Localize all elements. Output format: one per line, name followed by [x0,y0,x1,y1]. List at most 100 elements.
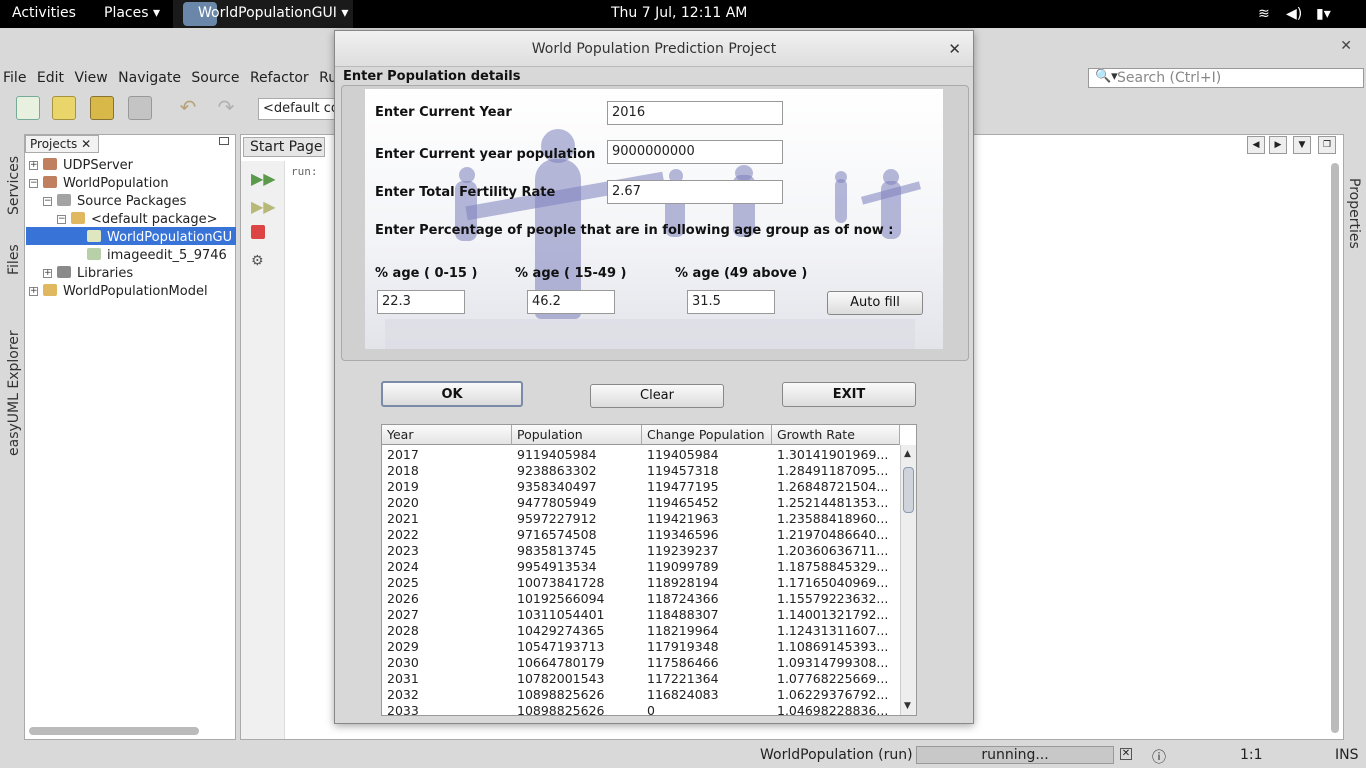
auto-fill-button[interactable]: Auto fill [827,291,923,315]
easyuml-side-tab[interactable]: easyUML Explorer [6,330,22,456]
collapse-icon[interactable]: − [57,215,66,224]
clock[interactable]: Thu 7 Jul, 12:11 AM [611,5,747,21]
age-0-15-input[interactable]: 22.3 [377,290,465,314]
table-cell: 119239237 [647,543,719,558]
column-header-change-population[interactable]: Change Population [642,425,772,445]
dialog-close-icon[interactable]: ✕ [948,40,961,58]
table-cell: 1.17165040969... [777,575,889,590]
exit-button[interactable]: EXIT [782,382,916,407]
table-row[interactable]: 2027 10311054401 118488307 1.14001321792... [382,607,900,623]
properties-side-tab[interactable]: Properties [1346,178,1362,249]
table-row[interactable]: 2021 9597227912 119421963 1.23588418960... [382,511,900,527]
expand-icon[interactable]: + [43,269,52,278]
ide-search-field[interactable]: 🔍▾ Search (Ctrl+I) [1088,68,1364,88]
table-row[interactable]: 2033 10898825626 0 1.04698228836... [382,703,900,715]
collapse-icon[interactable]: − [43,197,52,206]
new-project-icon[interactable] [52,96,76,120]
table-row[interactable]: 2019 9358340497 119477195 1.26848721504... [382,479,900,495]
column-header-growth-rate[interactable]: Growth Rate [772,425,900,445]
app-menu-label[interactable]: WorldPopulationGUI ▾ [198,5,348,21]
table-row[interactable]: 2031 10782001543 117221364 1.07768225669... [382,671,900,687]
undo-icon[interactable]: ↶ [176,96,200,120]
fertility-rate-input[interactable]: 2.67 [607,180,783,204]
table-row[interactable]: 2022 9716574508 119346596 1.21970486640... [382,527,900,543]
rerun-config-icon[interactable]: ▶▶ [251,197,276,216]
age-49-above-input[interactable]: 31.5 [687,290,775,314]
configuration-select[interactable]: <default co [258,98,338,120]
menu-source[interactable]: Source [191,70,239,86]
new-file-icon[interactable] [16,96,40,120]
close-icon[interactable]: ✕ [81,137,91,151]
table-scroll-thumb[interactable] [903,467,914,513]
cancel-task-icon[interactable]: ✕ [1120,748,1132,760]
table-row[interactable]: 2025 10073841728 118928194 1.17165040969... [382,575,900,591]
notifications-icon[interactable]: ⓘ [1152,747,1166,767]
column-header-population[interactable]: Population [512,425,642,445]
table-row[interactable]: 2028 10429274365 118219964 1.12431311607... [382,623,900,639]
table-cell: 119465452 [647,495,719,510]
table-row[interactable]: 2024 9954913534 119099789 1.18758845329... [382,559,900,575]
clear-button[interactable]: Clear [590,384,724,408]
restore-window-icon[interactable]: ❐ [1318,136,1336,154]
table-row[interactable]: 2030 10664780179 117586466 1.09314799308... [382,655,900,671]
expand-icon[interactable]: + [29,287,38,296]
table-row[interactable]: 2020 9477805949 119465452 1.25214481353... [382,495,900,511]
current-year-input[interactable]: 2016 [607,101,783,125]
menu-edit[interactable]: Edit [37,70,64,86]
start-page-tab[interactable]: Start Page [243,137,325,157]
scroll-right-icon[interactable]: ▶ [1269,136,1287,154]
menu-file[interactable]: File [3,70,26,86]
ok-button[interactable]: OK [381,381,523,407]
ide-close-icon[interactable]: ✕ [1340,38,1352,54]
tree-item-source-packages[interactable]: Source Packages [57,194,186,209]
editor-scrollbar[interactable] [1331,163,1339,733]
tree-item-udpserver[interactable]: UDPServer [43,158,133,173]
column-header-year[interactable]: Year [382,425,512,445]
places-menu[interactable]: Places ▾ [104,5,160,21]
settings-icon[interactable]: ⚙ [251,253,264,269]
stop-icon[interactable] [251,225,265,239]
scroll-down-icon[interactable]: ▼ [904,701,911,711]
scroll-left-icon[interactable]: ◀ [1247,136,1265,154]
rerun-icon[interactable]: ▶▶ [251,169,276,188]
tree-item-libraries[interactable]: Libraries [57,266,133,281]
table-row[interactable]: 2026 10192566094 118724366 1.15579223632... [382,591,900,607]
scroll-up-icon[interactable]: ▲ [904,449,911,459]
table-row[interactable]: 2017 9119405984 119405984 1.30141901969... [382,447,900,463]
collapse-icon[interactable]: − [29,179,38,188]
save-all-icon[interactable] [128,96,152,120]
tree-item-worldpopulationgui[interactable]: WorldPopulationGU [87,230,232,245]
tree-item-worldpopulationmodel[interactable]: WorldPopulationModel [43,284,208,299]
status-bar: WorldPopulation (run) running... ✕ ⓘ 1:1… [0,744,1366,768]
wifi-icon[interactable]: ≋ [1258,6,1270,22]
table-row[interactable]: 2029 10547193713 117919348 1.10869145393... [382,639,900,655]
table-row[interactable]: 2032 10898825626 116824083 1.06229376792... [382,687,900,703]
services-side-tab[interactable]: Services [6,156,22,215]
table-cell: 1.21970486640... [777,527,889,542]
menu-view[interactable]: View [74,70,107,86]
table-row[interactable]: 2018 9238863302 119457318 1.28491187095... [382,463,900,479]
table-cell: 118928194 [647,575,719,590]
tree-item-worldpopulation[interactable]: WorldPopulation [43,176,169,191]
battery-icon[interactable]: ▮▾ [1316,6,1331,22]
horizontal-scrollbar[interactable] [29,727,199,735]
table-scrollbar[interactable]: ▲ ▼ [900,445,916,715]
tree-item-default-package[interactable]: <default package> [71,212,218,227]
projects-tab[interactable]: Projects ✕ [25,135,99,153]
volume-icon[interactable]: ◀) [1286,6,1302,22]
table-cell: 116824083 [647,687,719,702]
activities-button[interactable]: Activities [12,5,76,21]
open-project-icon[interactable] [90,96,114,120]
expand-icon[interactable]: + [29,161,38,170]
menu-refactor[interactable]: Refactor [250,70,309,86]
current-population-input[interactable]: 9000000000 [607,140,783,164]
tab-list-icon[interactable]: ▼ [1293,136,1311,154]
minimize-icon[interactable] [219,137,229,145]
age-15-49-input[interactable]: 46.2 [527,290,615,314]
table-row[interactable]: 2023 9835813745 119239237 1.20360636711... [382,543,900,559]
menu-navigate[interactable]: Navigate [118,70,181,86]
files-side-tab[interactable]: Files [6,244,22,275]
tree-item-imageedit[interactable]: imageedit_5_9746 [87,248,227,263]
source-packages-icon [57,194,71,206]
redo-icon[interactable]: ↷ [214,96,238,120]
